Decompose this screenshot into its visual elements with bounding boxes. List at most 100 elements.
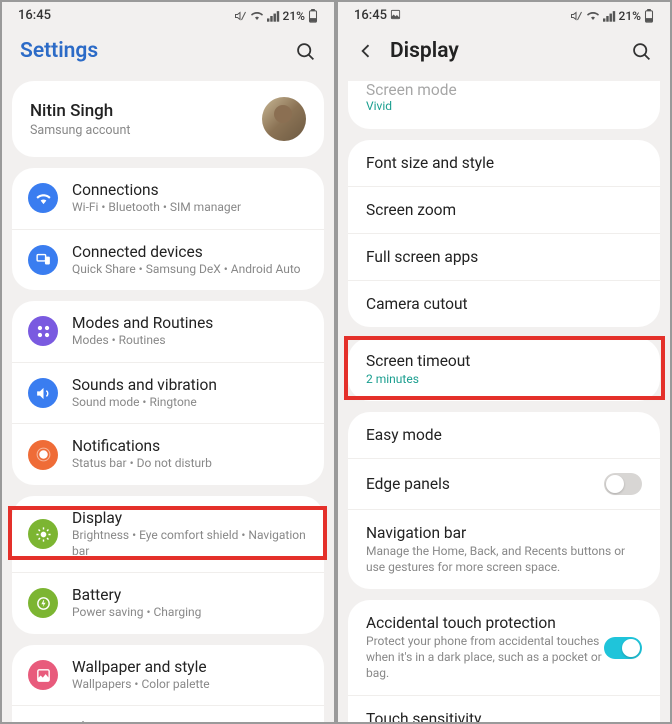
settings-item-display[interactable]: DisplayBrightness • Eye comfort shield •… bbox=[12, 496, 324, 572]
page-title: Display bbox=[390, 39, 631, 63]
display-group: Screen timeout 2 minutes bbox=[348, 338, 660, 402]
item-title: Font size and style bbox=[366, 154, 642, 172]
sound-icon bbox=[28, 378, 58, 408]
settings-item-themes[interactable]: ThemesThemes • Wallpapers • Icons bbox=[12, 705, 324, 722]
signal-icon bbox=[267, 10, 280, 22]
item-sub: Quick Share • Samsung DeX • Android Auto bbox=[72, 262, 308, 278]
display-group: Font size and style Screen zoom Full scree… bbox=[348, 140, 660, 327]
settings-item-notifications[interactable]: NotificationsStatus bar • Do not disturb bbox=[12, 423, 324, 485]
item-full-screen-apps[interactable]: Full screen apps bbox=[348, 233, 660, 280]
status-bar: 16:45 21% bbox=[338, 2, 670, 25]
wifi-icon bbox=[28, 183, 58, 213]
item-sub: Sound mode • Ringtone bbox=[72, 395, 308, 411]
image-icon bbox=[390, 9, 401, 20]
item-sub: Vivid bbox=[366, 99, 642, 115]
display-icon bbox=[28, 519, 58, 549]
display-group: Easy mode Edge panels Navigation bar Manage… bbox=[348, 412, 660, 589]
item-sub: Wallpapers • Color palette bbox=[72, 677, 308, 693]
status-icons: 21% bbox=[234, 9, 318, 23]
item-sub: 2 minutes bbox=[366, 372, 642, 388]
item-title: Connections bbox=[72, 181, 308, 199]
item-sub: Modes • Routines bbox=[72, 333, 308, 349]
settings-item-modes-and-routines[interactable]: Modes and RoutinesModes • Routines bbox=[12, 301, 324, 362]
profile-name: Nitin Singh bbox=[30, 101, 262, 121]
item-sub: Brightness • Eye comfort shield • Naviga… bbox=[72, 528, 308, 559]
settings-item-connections[interactable]: ConnectionsWi-Fi • Bluetooth • SIM manag… bbox=[12, 168, 324, 229]
profile-sub: Samsung account bbox=[30, 123, 262, 138]
item-title: Screen zoom bbox=[366, 201, 642, 219]
item-sub: Status bar • Do not disturb bbox=[72, 456, 308, 472]
settings-group: DisplayBrightness • Eye comfort shield •… bbox=[12, 496, 324, 634]
item-easy-mode[interactable]: Easy mode bbox=[348, 412, 660, 458]
settings-group: ConnectionsWi-Fi • Bluetooth • SIM manag… bbox=[12, 168, 324, 290]
item-title: Wallpaper and style bbox=[72, 658, 308, 676]
item-title: Connected devices bbox=[72, 243, 308, 261]
settings-group: Modes and RoutinesModes • RoutinesSounds… bbox=[12, 301, 324, 485]
settings-item-battery[interactable]: BatteryPower saving • Charging bbox=[12, 572, 324, 634]
notif-icon bbox=[28, 440, 58, 470]
status-time: 16:45 bbox=[354, 8, 401, 23]
item-screen-timeout[interactable]: Screen timeout 2 minutes bbox=[348, 338, 660, 402]
page-title: Settings bbox=[20, 39, 295, 63]
item-camera-cutout[interactable]: Camera cutout bbox=[348, 280, 660, 327]
item-title: Themes bbox=[72, 719, 308, 722]
item-screen-zoom[interactable]: Screen zoom bbox=[348, 186, 660, 233]
item-title: Screen timeout bbox=[366, 352, 642, 370]
item-title: Edge panels bbox=[366, 475, 604, 493]
status-time: 16:45 bbox=[18, 8, 51, 23]
settings-item-sounds-and-vibration[interactable]: Sounds and vibrationSound mode • Rington… bbox=[12, 362, 324, 424]
header: Settings bbox=[2, 25, 334, 81]
item-sub: Power saving • Charging bbox=[72, 605, 308, 621]
item-title: Modes and Routines bbox=[72, 314, 308, 332]
battery-icon bbox=[644, 9, 654, 23]
search-icon[interactable] bbox=[631, 41, 652, 62]
item-title: Touch sensitivity bbox=[366, 710, 604, 722]
status-icons: 21% bbox=[570, 9, 654, 23]
battery-pct: 21% bbox=[283, 9, 305, 23]
item-touch-sensitivity[interactable]: Touch sensitivityIncrease the touch sens… bbox=[348, 695, 660, 722]
devices-icon bbox=[28, 245, 58, 275]
display-content[interactable]: Screen mode Vivid Font size and style Scr… bbox=[338, 81, 670, 722]
wifi-icon bbox=[586, 10, 600, 22]
display-group: Accidental touch protection Protect your … bbox=[348, 600, 660, 722]
item-title: Notifications bbox=[72, 437, 308, 455]
battery-icon bbox=[28, 588, 58, 618]
item-title: Display bbox=[72, 509, 308, 527]
battery-pct: 21% bbox=[619, 9, 641, 23]
item-title: Screen mode bbox=[366, 81, 642, 99]
routine-icon bbox=[28, 316, 58, 346]
settings-content[interactable]: Nitin Singh Samsung account ConnectionsW… bbox=[2, 81, 334, 722]
item-sub: Protect your phone from accidental touch… bbox=[366, 634, 604, 681]
wallpaper-icon bbox=[28, 660, 58, 690]
item-sub: Manage the Home, Back, and Recents butto… bbox=[366, 544, 642, 575]
item-font-size-and-style[interactable]: Font size and style bbox=[348, 140, 660, 186]
item-title: Accidental touch protection bbox=[366, 614, 604, 632]
back-icon[interactable] bbox=[356, 41, 376, 61]
profile-card[interactable]: Nitin Singh Samsung account bbox=[12, 81, 324, 157]
wifi-icon bbox=[250, 10, 264, 22]
item-title: Full screen apps bbox=[366, 248, 642, 266]
signal-icon bbox=[603, 10, 616, 22]
battery-icon bbox=[308, 9, 318, 23]
item-edge-panels[interactable]: Edge panels bbox=[348, 458, 660, 509]
item-title: Battery bbox=[72, 586, 308, 604]
settings-group: Wallpaper and styleWallpapers • Color pa… bbox=[12, 645, 324, 722]
item-title: Navigation bar bbox=[366, 524, 642, 542]
status-bar: 16:45 21% bbox=[2, 2, 334, 25]
item-navigation-bar[interactable]: Navigation bar Manage the Home, Back, and… bbox=[348, 509, 660, 589]
screen-settings: 16:45 21% Settings Nitin Singh Samsung a… bbox=[0, 0, 336, 724]
mute-icon bbox=[570, 10, 583, 22]
search-icon[interactable] bbox=[295, 41, 316, 62]
toggle[interactable] bbox=[604, 473, 642, 495]
item-screen-mode[interactable]: Screen mode Vivid bbox=[348, 81, 660, 129]
item-accidental-touch-protection[interactable]: Accidental touch protection Protect your … bbox=[348, 600, 660, 695]
header: Display bbox=[338, 25, 670, 81]
item-title: Camera cutout bbox=[366, 295, 642, 313]
screen-display: 16:45 21% Display Screen mode Vivid Font… bbox=[336, 0, 672, 724]
item-title: Easy mode bbox=[366, 426, 642, 444]
item-title: Sounds and vibration bbox=[72, 376, 308, 394]
toggle[interactable] bbox=[604, 637, 642, 659]
settings-item-connected-devices[interactable]: Connected devicesQuick Share • Samsung D… bbox=[12, 229, 324, 291]
avatar[interactable] bbox=[262, 97, 306, 141]
settings-item-wallpaper-and-style[interactable]: Wallpaper and styleWallpapers • Color pa… bbox=[12, 645, 324, 706]
